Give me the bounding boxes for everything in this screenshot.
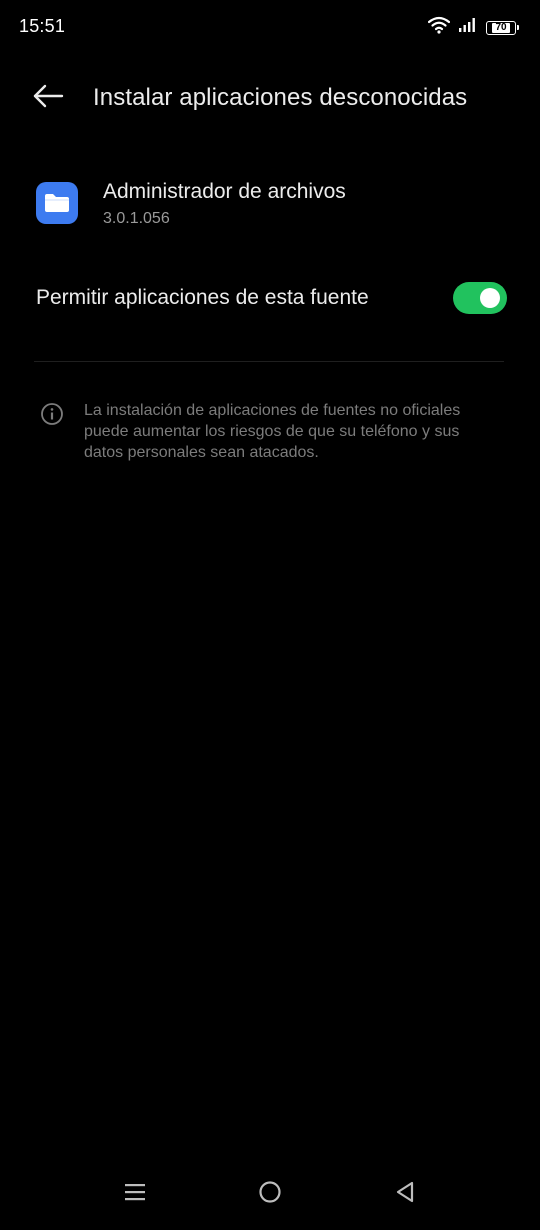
allow-source-toggle[interactable]: [453, 282, 507, 314]
battery-level: 70: [492, 22, 510, 33]
status-icons: 70: [427, 16, 519, 39]
warning-text: La instalación de aplicaciones de fuente…: [84, 402, 461, 461]
toggle-knob: [480, 288, 500, 308]
navigation-bar: [0, 1170, 540, 1230]
menu-icon: [124, 1182, 146, 1207]
signal-icon: [458, 17, 476, 38]
arrow-left-icon: [32, 84, 64, 113]
battery-icon: 70: [486, 20, 519, 35]
divider: [34, 361, 504, 362]
allow-source-setting[interactable]: Permitir aplicaciones de esta fuente: [0, 270, 540, 326]
status-time: 15:51: [19, 16, 66, 36]
allow-source-label: Permitir aplicaciones de esta fuente: [36, 286, 369, 309]
page-title: Instalar aplicaciones desconocidas: [93, 84, 468, 111]
app-name: Administrador de archivos: [103, 180, 346, 203]
info-icon: [40, 402, 64, 426]
header: Instalar aplicaciones desconocidas: [0, 70, 540, 124]
recent-apps-button[interactable]: [111, 1170, 159, 1218]
wifi-icon: [427, 16, 451, 39]
back-button[interactable]: [28, 78, 68, 118]
home-button[interactable]: [246, 1170, 294, 1218]
app-info-row: Administrador de archivos 3.0.1.056: [0, 170, 540, 242]
home-circle-icon: [258, 1180, 282, 1209]
status-bar: 15:51 70: [0, 0, 540, 54]
app-version: 3.0.1.056: [103, 210, 170, 227]
back-triangle-icon: [394, 1180, 416, 1209]
nav-back-button[interactable]: [381, 1170, 429, 1218]
folder-icon: [36, 182, 78, 224]
